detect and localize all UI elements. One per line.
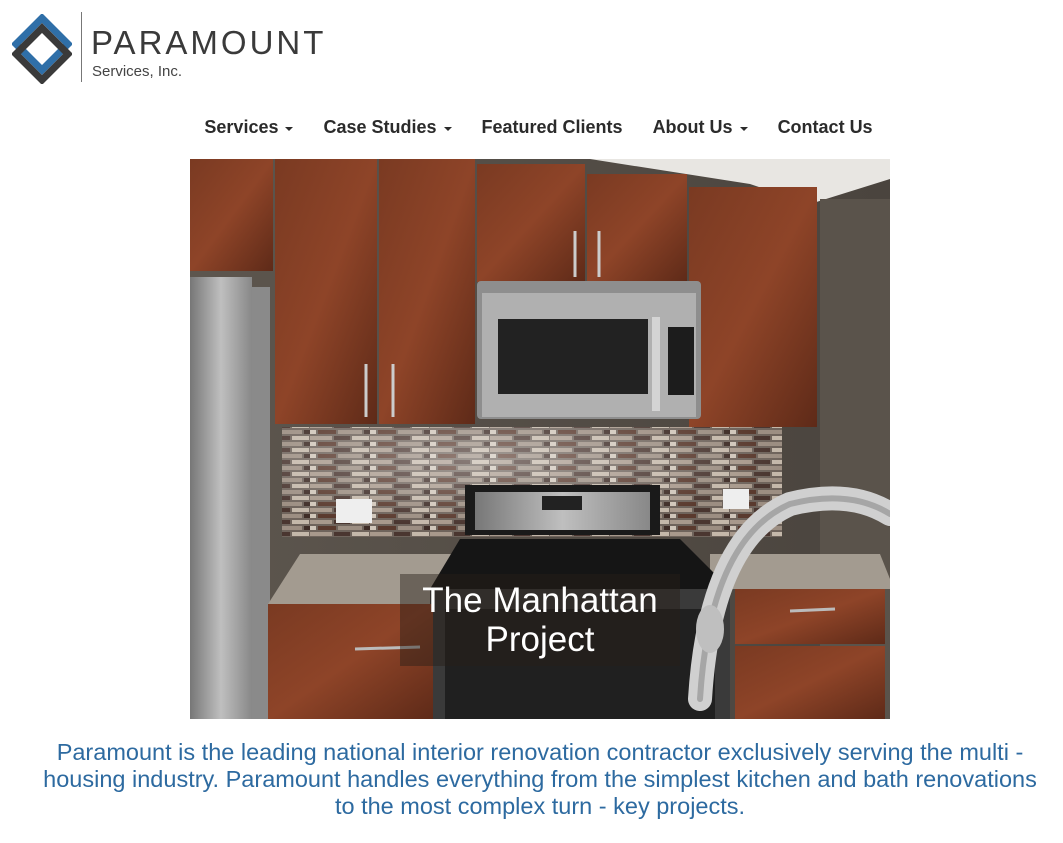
caret-down-icon bbox=[443, 126, 452, 131]
company-description: Paramount is the leading national interi… bbox=[43, 739, 1037, 819]
hero-caption[interactable]: The Manhattan Project bbox=[400, 581, 680, 659]
nav-item-label: Services bbox=[204, 117, 279, 137]
hero-caption-line1: The Manhattan bbox=[422, 581, 658, 620]
nav-item-label: Case Studies bbox=[323, 117, 437, 137]
caret-down-icon bbox=[285, 126, 294, 131]
nav-item-about-us[interactable]: About Us bbox=[638, 117, 763, 138]
logo-divider bbox=[81, 12, 82, 82]
nav-item-contact-us[interactable]: Contact Us bbox=[763, 117, 888, 138]
nav-item-label: Featured Clients bbox=[481, 117, 623, 137]
nav-item-label: About Us bbox=[652, 117, 733, 137]
caret-down-icon bbox=[739, 126, 748, 131]
logo-brand-name: PARAMOUNT bbox=[91, 24, 327, 61]
nav-item-services[interactable]: Services bbox=[189, 117, 308, 138]
hero-caption-line2: Project bbox=[485, 620, 595, 659]
nav-item-featured-clients[interactable]: Featured Clients bbox=[467, 117, 638, 138]
nav-item-label: Contact Us bbox=[777, 117, 873, 137]
logo-subtitle: Services, Inc. bbox=[92, 63, 183, 80]
paramount-diamond-logo-icon bbox=[12, 14, 72, 84]
main-nav: Services Case Studies Featured Clients A… bbox=[0, 117, 1063, 138]
nav-item-case-studies[interactable]: Case Studies bbox=[308, 117, 466, 138]
site-logo[interactable]: PARAMOUNT Services, Inc. bbox=[12, 12, 342, 84]
